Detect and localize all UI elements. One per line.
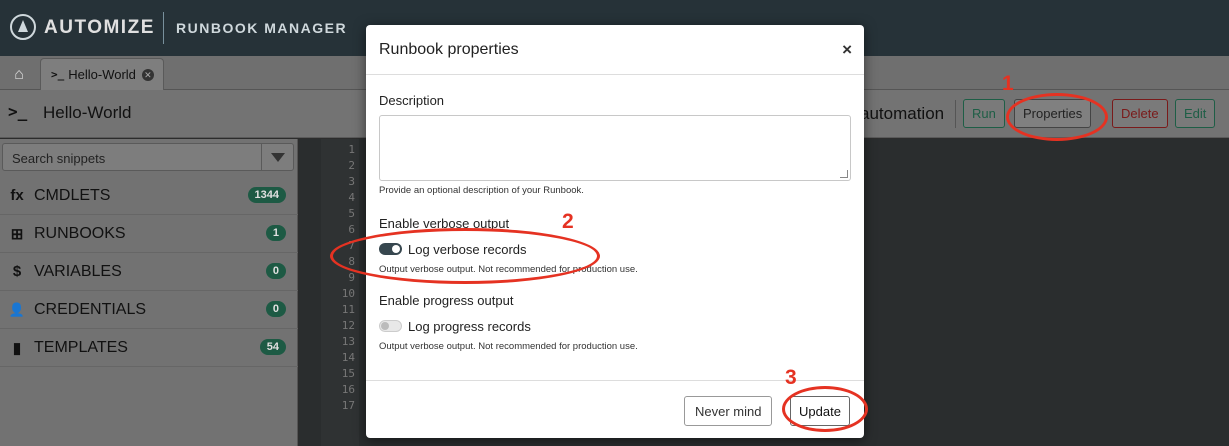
count-badge: 0 [265,263,286,279]
delete-button[interactable]: Delete [1112,99,1168,128]
update-button[interactable]: Update [790,396,850,426]
line-number: 6 [348,223,355,236]
line-number: 11 [341,303,355,316]
line-number: 8 [348,255,355,268]
sidebar-item-credentials[interactable]: 👤 CREDENTIALS 0 [0,291,298,329]
line-number-gutter: 1 2 3 4 5 6 7 8 9 10 11 12 13 14 15 16 17 [321,139,359,446]
sidebar-item-templates[interactable]: ▮ TEMPLATES 54 [0,329,298,367]
line-number: 15 [341,367,355,380]
progress-help: Output verbose output. Not recommended f… [379,341,638,352]
count-badge: 0 [265,301,286,317]
progress-toggle-label[interactable]: Log progress records [408,319,531,334]
annotation-number: 2 [562,210,574,233]
line-number: 17 [341,399,355,412]
toggle-knob [381,322,389,330]
topbar-divider [163,12,164,44]
close-circle-icon[interactable]: ✕ [141,68,154,81]
annotation-number: 3 [785,366,797,389]
dialog-title: Runbook properties [379,41,519,58]
line-number: 7 [348,239,355,252]
close-icon[interactable]: × [842,40,852,60]
terminal-prompt-icon: >_ [51,68,65,81]
header-divider [955,100,956,128]
annotation-number: 1 [1002,72,1014,95]
dialog-header: Runbook properties × [366,25,864,75]
never-mind-button[interactable]: Never mind [684,396,773,426]
runbook-title: Hello-World [43,103,132,122]
description-field[interactable] [379,115,851,181]
verbose-toggle[interactable] [379,243,402,255]
properties-button[interactable]: Properties [1014,99,1092,128]
line-number: 1 [348,143,355,156]
verbose-section-label: Enable verbose output [379,216,510,231]
count-badge: 1344 [247,187,286,203]
sidebar-item-label: VARIABLES [34,262,122,280]
count-badge: 1 [265,225,286,241]
line-number: 9 [348,271,355,284]
snippets-sidebar: Search snippets fx CMDLETS 1344 ⊞ RUNBOO… [0,139,298,446]
line-number: 3 [348,175,355,188]
line-number: 12 [341,319,355,332]
runbook-type-label: automation [860,104,945,123]
sitemap-icon: ⊞ [10,225,24,243]
file-icon: ▮ [12,339,22,357]
line-number: 4 [348,191,355,204]
count-badge: 54 [259,339,286,355]
search-placeholder: Search snippets [12,151,106,166]
line-number: 2 [348,159,355,172]
sidebar-item-label: CREDENTIALS [34,300,147,318]
automize-logo-icon[interactable] [10,14,36,40]
sidebar-item-label: RUNBOOKS [34,224,126,242]
sidebar-item-runbooks[interactable]: ⊞ RUNBOOKS 1 [0,215,298,253]
line-number: 10 [341,287,355,300]
verbose-toggle-label[interactable]: Log verbose records [408,242,527,257]
sidebar-item-label: TEMPLATES [34,338,128,356]
description-help: Provide an optional description of your … [379,185,584,196]
description-label: Description [379,93,445,108]
progress-toggle[interactable] [379,320,402,332]
run-button[interactable]: Run [963,99,1005,128]
search-snippets-input[interactable]: Search snippets [2,143,294,171]
progress-section-label: Enable progress output [379,293,514,308]
filter-button[interactable] [261,144,293,170]
line-number: 14 [341,351,355,364]
sidebar-item-cmdlets[interactable]: fx CMDLETS 1344 [0,177,298,215]
toggle-knob [392,245,400,253]
line-number: 16 [341,383,355,396]
verbose-help: Output verbose output. Not recommended f… [379,264,638,275]
line-number: 5 [348,207,355,220]
resize-handle-icon[interactable] [840,170,848,178]
dollar-icon: $ [12,263,22,280]
filter-icon [270,152,285,162]
app-title: RUNBOOK MANAGER [176,20,348,36]
line-number: 13 [341,335,355,348]
user-lock-icon: 👤 [8,301,26,317]
brand-name: AUTOMIZE [44,17,155,38]
edit-button[interactable]: Edit [1175,99,1216,128]
tab-label: Hello-World [68,67,136,82]
tab-hello-world[interactable]: >_ Hello-World ✕ [40,58,164,90]
home-icon[interactable]: ⌂ [4,60,34,90]
sidebar-item-variables[interactable]: $ VARIABLES 0 [0,253,298,291]
terminal-prompt-icon: >_ [8,102,28,121]
function-icon: fx [10,187,24,204]
sidebar-item-label: CMDLETS [34,186,111,204]
